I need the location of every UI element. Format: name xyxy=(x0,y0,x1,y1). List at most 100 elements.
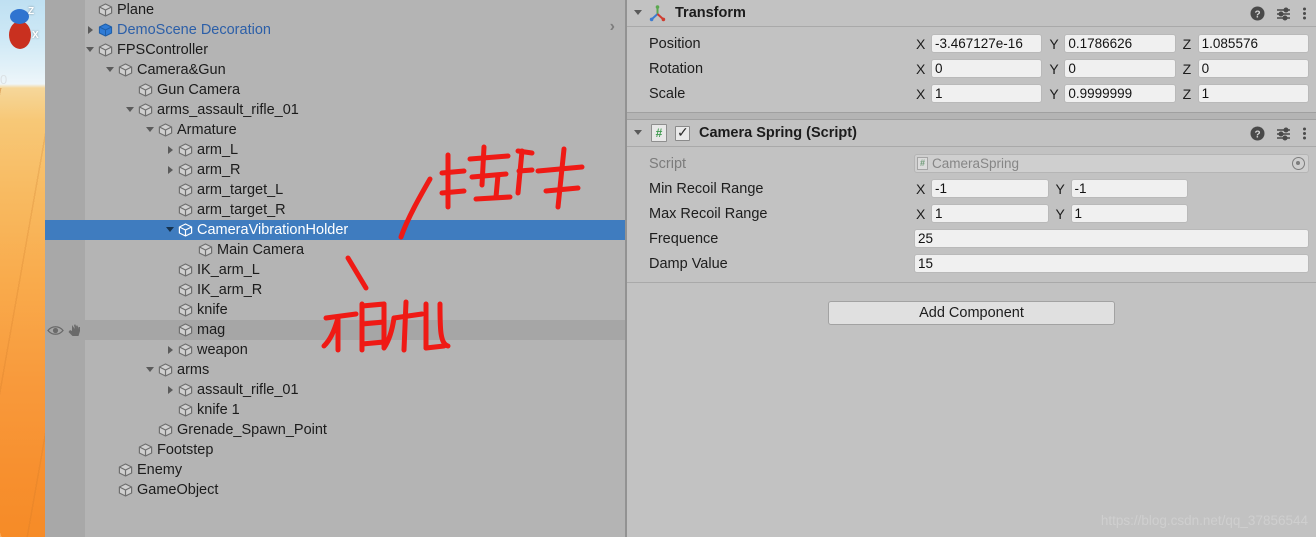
chevron-down-icon[interactable] xyxy=(145,120,158,140)
scene-orientation-gizmo[interactable]: Z X xyxy=(2,4,45,56)
hierarchy-item-label: arm_target_L xyxy=(197,182,284,198)
axis-label-z: Z xyxy=(1182,60,1192,77)
gameobject-cube-icon xyxy=(178,383,193,397)
hierarchy-item-cameravibrationholder[interactable]: CameraVibrationHolder xyxy=(45,220,625,240)
eye-icon[interactable] xyxy=(47,324,64,337)
hierarchy-item-camera-gun[interactable]: Camera&Gun xyxy=(45,60,625,80)
hierarchy-tree[interactable]: Plane DemoScene Decoration FPSController Ca… xyxy=(45,0,625,500)
hierarchy-item-arm-l[interactable]: arm_L xyxy=(45,140,625,160)
chevron-right-icon[interactable] xyxy=(165,380,178,400)
more-menu-icon[interactable] xyxy=(1302,6,1307,21)
hierarchy-item-ik-arm-r[interactable]: IK_arm_R xyxy=(45,280,625,300)
hierarchy-item-arms-assault-rifle-01[interactable]: arms_assault_rifle_01 xyxy=(45,100,625,120)
transform-scale-y-input[interactable]: 0.9999999 xyxy=(1064,84,1176,103)
chevron-down-icon[interactable] xyxy=(145,360,158,380)
hierarchy-item-gameobject[interactable]: GameObject xyxy=(45,480,625,500)
camera-spring-header-icons[interactable]: ? xyxy=(1250,120,1307,147)
gizmo-z-label: Z xyxy=(28,6,35,17)
hierarchy-item-fpscontroller[interactable]: FPSController xyxy=(45,40,625,60)
vector2-field[interactable]: X -1 Y -1 xyxy=(914,179,1188,198)
transform-position-x-input[interactable]: -3.467127e-16 xyxy=(931,34,1043,53)
transform-scale-x-input[interactable]: 1 xyxy=(931,84,1043,103)
hand-icon[interactable] xyxy=(67,323,82,337)
camera-spring-min-recoil-range-y-input[interactable]: -1 xyxy=(1070,179,1188,198)
transform-rotation-x-input[interactable]: 0 xyxy=(931,59,1043,78)
transform-rotation-y-input[interactable]: 0 xyxy=(1064,59,1176,78)
gameobject-cube-icon xyxy=(178,283,193,297)
help-icon[interactable]: ? xyxy=(1250,6,1265,21)
hierarchy-item-armature[interactable]: Armature xyxy=(45,120,625,140)
property-label: Min Recoil Range xyxy=(649,180,764,197)
vector3-field[interactable]: X -3.467127e-16 Y 0.1786626 Z 1.085576 xyxy=(914,34,1309,53)
hierarchy-item-enemy[interactable]: Enemy xyxy=(45,460,625,480)
chevron-right-icon[interactable] xyxy=(165,160,178,180)
hierarchy-item-arm-target-l[interactable]: arm_target_L xyxy=(45,180,625,200)
gizmo-z-axis-icon[interactable] xyxy=(10,9,29,24)
scene-view-panel[interactable]: Z X 0 xyxy=(0,0,45,537)
hierarchy-item-gun-camera[interactable]: Gun Camera xyxy=(45,80,625,100)
hierarchy-item-ik-arm-l[interactable]: IK_arm_L xyxy=(45,260,625,280)
vector2-field[interactable]: X1Y1 xyxy=(914,204,1188,223)
hierarchy-item-assault-rifle-01[interactable]: assault_rifle_01 xyxy=(45,380,625,400)
hierarchy-item-arm-target-r[interactable]: arm_target_R xyxy=(45,200,625,220)
hierarchy-item-weapon[interactable]: weapon xyxy=(45,340,625,360)
add-component-button[interactable]: Add Component xyxy=(828,301,1115,325)
hierarchy-item-demoscene-decoration[interactable]: DemoScene Decoration xyxy=(45,20,625,40)
indent-spacer xyxy=(45,180,165,200)
hierarchy-item-main-camera[interactable]: Main Camera xyxy=(45,240,625,260)
gameobject-cube-icon xyxy=(158,423,173,437)
object-picker-icon[interactable] xyxy=(1292,157,1305,170)
camera-spring-max-recoil-range-x-input[interactable]: 1 xyxy=(931,204,1049,223)
hierarchy-item-knife-1[interactable]: knife 1 xyxy=(45,400,625,420)
hierarchy-item-footstep[interactable]: Footstep xyxy=(45,440,625,460)
chevron-right-icon[interactable] xyxy=(165,340,178,360)
indent-spacer xyxy=(45,280,165,300)
gameobject-cube-icon xyxy=(178,183,193,197)
camera-spring-foldout-icon[interactable] xyxy=(633,123,646,143)
script-object-field[interactable]: # CameraSpring xyxy=(914,154,1309,173)
preset-icon[interactable] xyxy=(1276,126,1291,141)
hierarchy-item-arm-r[interactable]: arm_R xyxy=(45,160,625,180)
inspector-panel[interactable]: Transform ? Position X -3.467127e-16 Y 0.178… xyxy=(625,0,1316,537)
chevron-right-icon[interactable] xyxy=(165,140,178,160)
more-menu-icon[interactable] xyxy=(1302,126,1307,141)
transform-position-y-input[interactable]: 0.1786626 xyxy=(1064,34,1176,53)
hierarchy-panel[interactable]: Plane DemoScene Decoration FPSController Ca… xyxy=(45,0,625,537)
hierarchy-item-arms[interactable]: arms xyxy=(45,360,625,380)
hierarchy-visibility-icons[interactable] xyxy=(47,320,83,340)
chevron-right-icon[interactable] xyxy=(85,20,98,40)
hierarchy-item-label: knife xyxy=(197,302,228,318)
hierarchy-item-mag[interactable]: mag xyxy=(45,320,625,340)
gizmo-x-axis-icon[interactable] xyxy=(9,21,31,49)
chevron-right-icon[interactable]: › xyxy=(610,18,615,36)
hierarchy-item-plane[interactable]: Plane xyxy=(45,0,625,20)
hierarchy-item-label: Enemy xyxy=(137,462,183,478)
preset-icon[interactable] xyxy=(1276,6,1291,21)
twisty-spacer xyxy=(165,300,178,320)
vector3-field[interactable]: X0Y0Z0 xyxy=(914,59,1309,78)
camera-spring-component-header[interactable]: # Camera Spring (Script) ? xyxy=(627,120,1316,147)
gameobject-cube-icon xyxy=(198,243,213,257)
transform-title: Transform xyxy=(675,5,746,21)
transform-component-header[interactable]: Transform ? xyxy=(627,0,1316,27)
camera-spring-damp-value-input[interactable]: 15 xyxy=(914,254,1309,273)
transform-scale-z-input[interactable]: 1 xyxy=(1197,84,1309,103)
transform-header-icons[interactable]: ? xyxy=(1250,0,1307,27)
hierarchy-item-grenade-spawn-point[interactable]: Grenade_Spawn_Point xyxy=(45,420,625,440)
camera-spring-max-recoil-range-y-input[interactable]: 1 xyxy=(1070,204,1188,223)
vector3-field[interactable]: X 1 Y 0.9999999 Z 1 xyxy=(914,84,1309,103)
hierarchy-item-label: FPSController xyxy=(117,42,209,58)
help-icon[interactable]: ? xyxy=(1250,126,1265,141)
hierarchy-item-knife[interactable]: knife xyxy=(45,300,625,320)
transform-foldout-icon[interactable] xyxy=(633,3,646,23)
transform-rotation-z-input[interactable]: 0 xyxy=(1197,59,1309,78)
chevron-down-icon[interactable] xyxy=(125,100,138,120)
camera-spring-frequence-input[interactable]: 25 xyxy=(914,229,1309,248)
chevron-down-icon[interactable] xyxy=(105,60,118,80)
transform-position-z-input[interactable]: 1.085576 xyxy=(1197,34,1309,53)
camera-spring-min-recoil-range-x-input[interactable]: -1 xyxy=(931,179,1049,198)
chevron-down-icon[interactable] xyxy=(165,220,178,240)
transform-row-scale: Scale X 1 Y 0.9999999 Z 1 xyxy=(627,81,1316,106)
chevron-down-icon[interactable] xyxy=(85,40,98,60)
camera-spring-enabled-checkbox[interactable] xyxy=(675,124,690,141)
